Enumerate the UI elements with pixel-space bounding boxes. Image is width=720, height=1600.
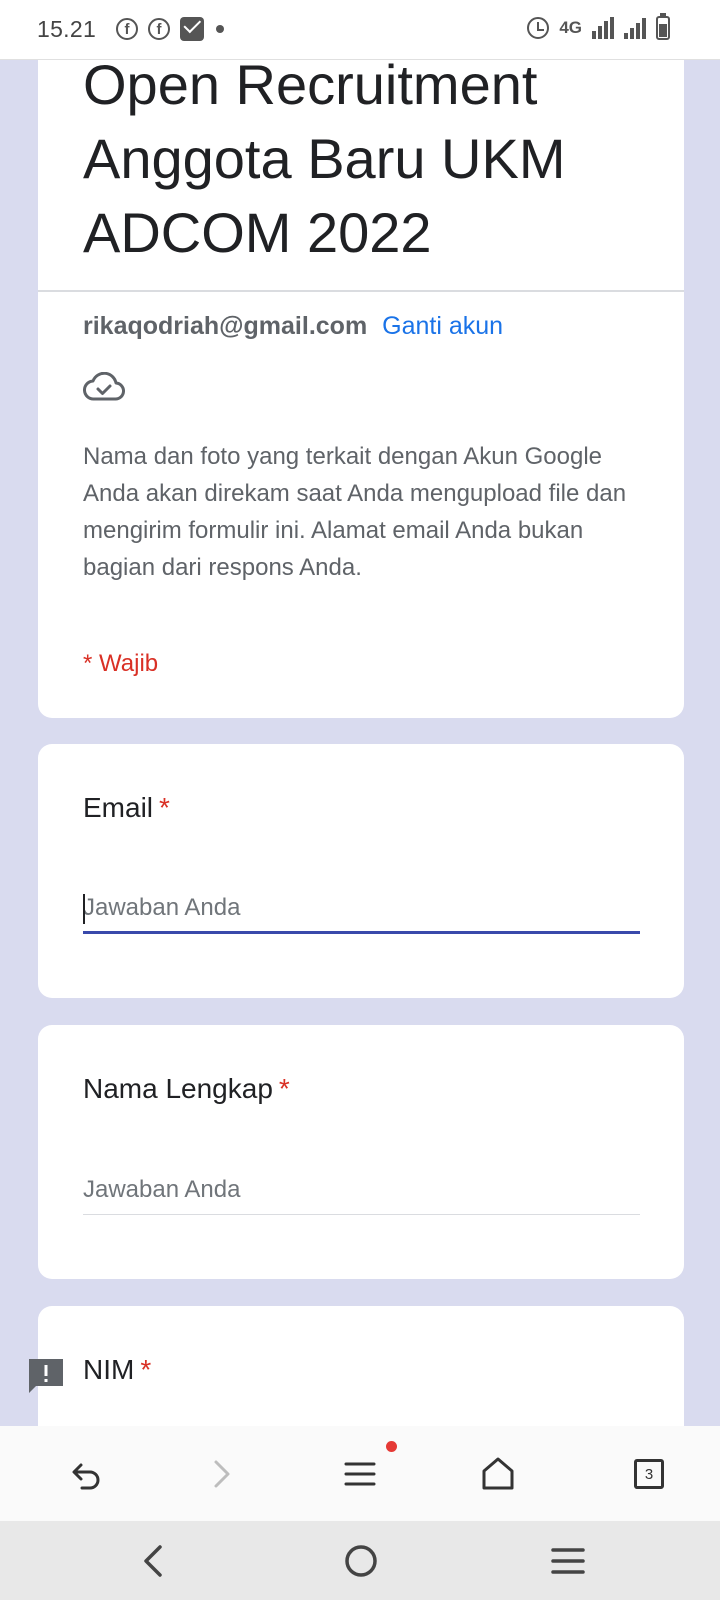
cloud-check-icon [83,372,125,401]
question-label: Email * [83,792,170,824]
required-asterisk: * [159,792,170,823]
home-button[interactable] [470,1446,526,1502]
recents-icon [551,1548,585,1574]
browser-toolbar: 3 [0,1426,720,1521]
full-name-field[interactable] [83,1165,640,1215]
network-type-label: 4G [559,18,582,37]
privacy-notice: Nama dan foto yang terkait dengan Akun G… [83,443,627,581]
signal-icon [624,17,646,39]
forward-button[interactable] [194,1446,250,1502]
system-home-button[interactable] [333,1533,389,1589]
system-navigation-bar [0,1521,720,1600]
system-back-button[interactable] [126,1533,182,1589]
system-icons: 4G [527,13,670,40]
account-email: rikaqodriah@gmail.com [83,312,368,340]
system-recents-button[interactable] [540,1533,596,1589]
menu-button[interactable] [332,1446,388,1502]
required-asterisk: * [140,1354,152,1385]
more-notifications-dot-icon [216,25,224,33]
question-card-full-name: Nama Lengkap * [38,1025,684,1279]
required-asterisk: * [278,1073,290,1104]
question-card-email: Email * [38,744,684,998]
signal-icon [592,17,614,39]
facebook-icon: f [148,18,170,40]
form-title: Open Recruitment Anggota Baru UKM ADCOM … [83,53,566,264]
question-title: Email [83,792,154,823]
email-field[interactable] [83,884,640,934]
account-line: rikaqodriah@gmail.com Ganti akun [83,312,503,341]
required-note: * Wajib [83,650,159,677]
title-divider [38,290,684,292]
circle-home-icon [345,1545,377,1577]
chevron-right-icon [214,1460,230,1488]
battery-icon [656,13,670,40]
question-label: Nama Lengkap * [83,1073,290,1105]
mail-icon [180,17,204,41]
chevron-left-icon [144,1545,162,1577]
home-icon [482,1457,514,1490]
facebook-icon: f [116,18,138,40]
undo-arrow-icon [72,1463,100,1490]
tabs-button[interactable]: 3 [621,1446,677,1502]
form-header-card: Open Recruitment Anggota Baru UKM ADCOM … [38,40,684,718]
status-time: 15.21 [37,16,97,42]
tab-count-badge: 3 [634,1459,664,1489]
question-title: NIM [83,1354,135,1385]
menu-icon [344,1462,376,1486]
menu-notification-dot [386,1441,397,1452]
alarm-icon [527,17,550,39]
feedback-icon[interactable] [26,1356,66,1396]
question-label: NIM * [83,1354,151,1386]
text-caret [83,894,85,924]
notification-icons: f f [116,17,224,41]
status-bar: 15.21 f f 4G [0,0,720,60]
back-button[interactable] [56,1446,112,1502]
question-title: Nama Lengkap [83,1073,273,1104]
switch-account-link[interactable]: Ganti akun [382,312,503,340]
